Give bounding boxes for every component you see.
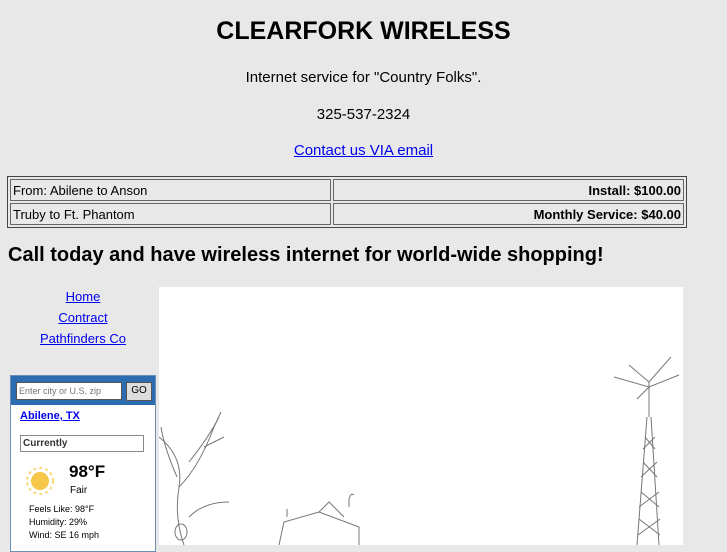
- nav-link-pathfinders[interactable]: Pathfinders Co: [10, 331, 156, 346]
- nav-link-home[interactable]: Home: [10, 289, 156, 304]
- weather-search-bar: GO: [11, 376, 155, 405]
- install-price-cell: Install: $100.00: [333, 179, 684, 201]
- weather-go-button[interactable]: GO: [126, 382, 152, 401]
- tagline: Internet service for "Country Folks".: [245, 69, 482, 86]
- service-info-table: From: Abilene to Anson Install: $100.00 …: [7, 176, 687, 228]
- temperature-value: 98°F: [69, 462, 106, 481]
- contact-section: Contact us VIA email: [0, 142, 727, 159]
- nav-link-contract[interactable]: Contract: [10, 310, 156, 325]
- currently-label: Currently: [20, 435, 144, 452]
- page-title: CLEARFORK WIRELESS: [216, 17, 511, 45]
- side-nav: Home Contract Pathfinders Co: [10, 289, 156, 352]
- tower-sketch-image: [159, 287, 683, 545]
- phone-number: 325-537-2324: [316, 106, 411, 123]
- condition-text: Fair: [70, 485, 88, 496]
- sun-icon: [26, 467, 54, 495]
- coverage-area-cell: From: Abilene to Anson: [10, 179, 332, 201]
- call-to-action-heading: Call today and have wireless internet fo…: [8, 244, 604, 266]
- weather-location-input[interactable]: [16, 382, 122, 400]
- contact-email-link[interactable]: Contact us VIA email: [294, 142, 433, 159]
- humidity-text: Humidity: 29%: [29, 517, 88, 527]
- table-row: Truby to Ft. Phantom Monthly Service: $4…: [10, 203, 684, 225]
- table-row: From: Abilene to Anson Install: $100.00: [10, 179, 684, 201]
- coverage-area-cell: Truby to Ft. Phantom: [10, 203, 332, 225]
- weather-city-link[interactable]: Abilene, TX: [20, 410, 80, 422]
- weather-widget: GO Abilene, TX Currently 98°F Fair Feels…: [10, 375, 156, 552]
- feels-like-text: Feels Like: 98°F: [29, 504, 95, 514]
- tower-sketch-drawing: [159, 356, 680, 545]
- monthly-price-cell: Monthly Service: $40.00: [333, 203, 684, 225]
- wind-text: Wind: SE 16 mph: [29, 530, 100, 540]
